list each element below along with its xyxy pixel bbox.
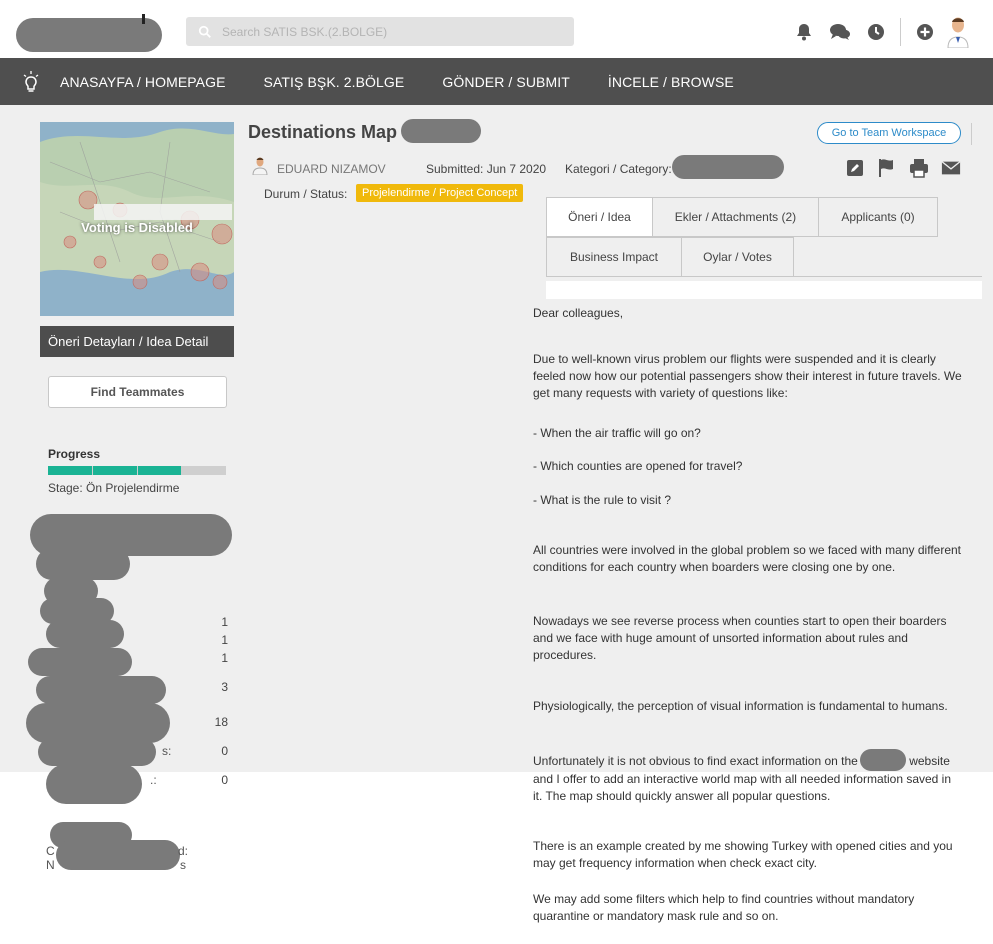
print-icon[interactable] [909, 158, 929, 178]
nav-sales-region[interactable]: SATIŞ BŞK. 2.BÖLGE [264, 74, 405, 90]
stat-label-fragment: .: [150, 773, 157, 787]
stat-value: 1 [221, 633, 228, 647]
main-nav: ANASAYFA / HOMEPAGE SATIŞ BŞK. 2.BÖLGE G… [0, 58, 993, 105]
site-name-redacted [859, 749, 906, 771]
stat-label-fragment: s [180, 858, 186, 872]
tab-votes[interactable]: Oylar / Votes [681, 237, 794, 277]
category-redacted [672, 155, 784, 179]
title-redacted [401, 119, 481, 143]
progress-bar [48, 466, 226, 475]
idea-map-thumbnail: Voting is Disabled [40, 122, 234, 316]
stat-value: 0 [221, 744, 228, 758]
author-avatar [252, 157, 268, 175]
body-paragraph: Nowadays we see reverse process when cou… [533, 614, 947, 662]
body-paragraph: - What is the rule to visit ? [533, 493, 672, 507]
redacted-block [26, 703, 170, 743]
find-teammates-button[interactable]: Find Teammates [48, 376, 227, 408]
body-paragraph: We may add some filters which help to fi… [533, 892, 915, 923]
tabs-divider [793, 276, 982, 277]
logo-mark [142, 14, 145, 24]
progress-label: Progress [48, 447, 101, 461]
status-label: Durum / Status: [264, 187, 348, 201]
category-label: Kategori / Category: [565, 162, 672, 176]
redacted-block [36, 548, 130, 580]
idea-detail-button[interactable]: Öneri Detayları / Idea Detail [40, 326, 234, 357]
tab-business-impact[interactable]: Business Impact [546, 237, 682, 277]
body-paragraph: Unfortunately it is not obvious to find … [533, 749, 963, 805]
idea-actions [845, 158, 973, 178]
stat-value: 3 [221, 680, 228, 694]
redacted-block [36, 676, 166, 704]
progress-segment [48, 466, 92, 475]
nav-homepage[interactable]: ANASAYFA / HOMEPAGE [60, 74, 226, 90]
body-paragraph: - When the air traffic will go on? [533, 426, 701, 440]
redacted-block [28, 648, 132, 676]
body-paragraph: - Which counties are opened for travel? [533, 459, 743, 473]
status-badge: Projelendirme / Project Concept [356, 184, 524, 202]
divider [900, 18, 901, 46]
redacted-block [38, 738, 156, 766]
stat-value: 18 [214, 715, 228, 729]
tab-applicants[interactable]: Applicants (0) [818, 197, 938, 237]
stat-value: 1 [221, 651, 228, 665]
mail-icon[interactable] [941, 158, 961, 178]
map-image [40, 122, 234, 316]
search-box[interactable] [186, 17, 574, 46]
logo-redacted [16, 18, 162, 52]
body-paragraph: Physiologically, the perception of visua… [533, 699, 948, 713]
body-paragraph: Dear colleagues, [533, 306, 624, 320]
top-bar [0, 0, 993, 58]
body-text-part: Unfortunately it is not obvious to find … [533, 754, 858, 768]
edit-icon[interactable] [845, 158, 865, 178]
tab-idea[interactable]: Öneri / Idea [546, 197, 653, 237]
redacted-block [56, 840, 180, 870]
redacted-block [46, 620, 124, 648]
stat-label-fragment: C [46, 844, 55, 858]
redacted-block [46, 764, 142, 804]
submitted-date: Submitted: Jun 7 2020 [426, 162, 547, 176]
progress-segment [138, 466, 181, 475]
divider [971, 123, 972, 145]
nav-submit[interactable]: GÖNDER / SUBMIT [442, 74, 570, 90]
body-paragraph: All countries were involved in the globa… [533, 543, 962, 574]
body-paragraph: There is an example created by me showin… [533, 839, 953, 870]
body-paragraph: Due to well-known virus problem our flig… [533, 352, 962, 400]
bell-icon[interactable] [786, 14, 822, 50]
search-icon [198, 25, 211, 38]
user-avatar[interactable] [943, 15, 973, 49]
idea-title: Destinations Map [248, 122, 398, 142]
tab-attachments[interactable]: Ekler / Attachments (2) [652, 197, 819, 237]
nav-browse[interactable]: İNCELE / BROWSE [608, 74, 734, 90]
stat-value: 0 [221, 773, 228, 787]
stat-label-fragment: s: [162, 744, 172, 758]
tab-content-top [546, 281, 982, 299]
author-name[interactable]: EDUARD NIZAMOV [277, 162, 386, 176]
stat-value: 1 [221, 615, 228, 629]
plus-circle-icon[interactable] [907, 14, 943, 50]
chat-icon[interactable] [822, 14, 858, 50]
voting-status: Voting is Disabled [81, 220, 193, 235]
top-icons [786, 14, 973, 50]
team-workspace-button[interactable]: Go to Team Workspace [817, 122, 961, 144]
clock-icon[interactable] [858, 14, 894, 50]
flag-icon[interactable] [877, 158, 897, 178]
progress-segment [93, 466, 137, 475]
stage-label: Stage: Ön Projelendirme [48, 481, 180, 495]
stat-label-fragment: N [46, 858, 55, 872]
search-input[interactable] [222, 24, 542, 39]
stat-label-fragment: d: [178, 844, 189, 858]
lightbulb-icon[interactable] [12, 58, 50, 105]
